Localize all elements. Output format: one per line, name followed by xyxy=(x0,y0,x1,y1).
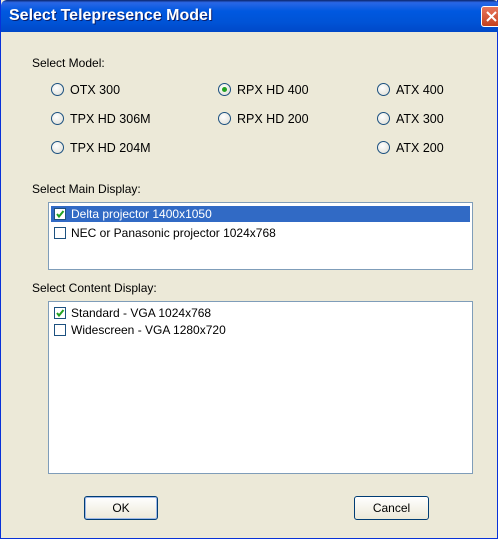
close-button[interactable] xyxy=(481,6,498,27)
list-item-standard-vga[interactable]: Standard - VGA 1024x768 xyxy=(51,305,470,321)
select-content-display-label: Select Content Display: xyxy=(32,281,157,295)
list-item-widescreen-vga[interactable]: Widescreen - VGA 1280x720 xyxy=(51,322,470,338)
checkbox-unchecked[interactable] xyxy=(54,227,66,239)
radio-label: ATX 400 xyxy=(396,83,444,97)
main-display-list[interactable]: Delta projector 1400x1050 NEC or Panason… xyxy=(48,202,473,270)
radio-indicator xyxy=(51,112,64,125)
ok-button[interactable]: OK xyxy=(84,496,158,520)
cancel-button[interactable]: Cancel xyxy=(354,496,429,520)
dialog-window: Select Telepresence Model Select Model: … xyxy=(0,0,498,539)
radio-indicator xyxy=(377,112,390,125)
checkbox-checked[interactable] xyxy=(54,208,66,220)
radio-indicator xyxy=(377,141,390,154)
select-model-label: Select Model: xyxy=(32,56,105,70)
radio-indicator xyxy=(377,83,390,96)
radio-label: OTX 300 xyxy=(70,83,121,97)
checkbox-checked[interactable] xyxy=(54,307,66,319)
content-display-list[interactable]: Standard - VGA 1024x768 Widescreen - VGA… xyxy=(48,301,473,474)
list-item-label: NEC or Panasonic projector 1024x768 xyxy=(71,226,276,240)
list-item-label: Delta projector 1400x1050 xyxy=(71,207,212,221)
close-icon xyxy=(486,11,497,22)
select-main-display-label: Select Main Display: xyxy=(32,182,141,196)
radio-indicator xyxy=(51,83,64,96)
check-icon xyxy=(56,210,65,219)
radio-label: RPX HD 200 xyxy=(237,112,309,126)
check-icon xyxy=(56,309,65,318)
title-bar[interactable]: Select Telepresence Model xyxy=(1,0,498,32)
radio-indicator-selected xyxy=(218,83,231,96)
radio-label: TPX HD 306M xyxy=(70,112,151,126)
radio-indicator xyxy=(51,141,64,154)
list-item-delta-projector[interactable]: Delta projector 1400x1050 xyxy=(51,206,470,222)
list-item-label: Standard - VGA 1024x768 xyxy=(71,306,212,320)
checkbox-unchecked[interactable] xyxy=(54,324,66,336)
radio-indicator xyxy=(218,112,231,125)
radio-label: ATX 200 xyxy=(396,141,444,155)
radio-label: TPX HD 204M xyxy=(70,141,151,155)
window-title: Select Telepresence Model xyxy=(9,7,213,24)
list-item-label: Widescreen - VGA 1280x720 xyxy=(71,323,226,337)
radio-label: RPX HD 400 xyxy=(237,83,309,97)
radio-label: ATX 300 xyxy=(396,112,444,126)
list-item-nec-panasonic-projector[interactable]: NEC or Panasonic projector 1024x768 xyxy=(51,225,470,241)
